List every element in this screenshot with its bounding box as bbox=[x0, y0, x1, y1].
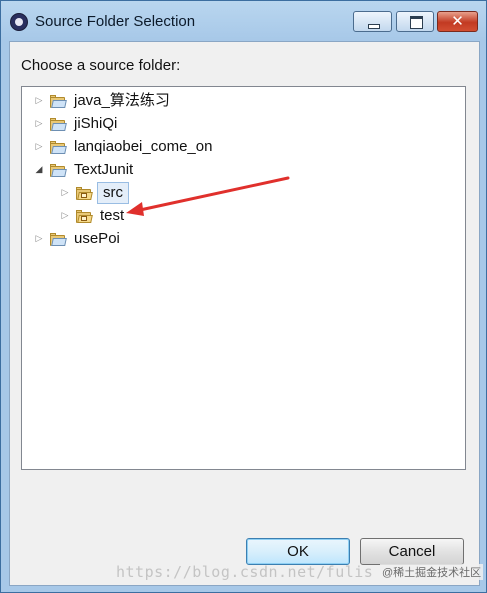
tree-item-src[interactable]: ▷ src bbox=[58, 182, 129, 204]
folder-tree[interactable]: ▷ java_算法练习 ▷ jiShiQi ▷ lanqiaobei_come_… bbox=[21, 86, 466, 470]
close-icon: ✕ bbox=[451, 12, 464, 30]
maximize-icon bbox=[410, 16, 423, 29]
minimize-icon bbox=[368, 24, 380, 29]
project-folder-icon bbox=[50, 163, 67, 177]
package-folder-icon bbox=[76, 209, 93, 223]
tree-item-label: usePoi bbox=[74, 230, 120, 247]
tree-item-textjunit[interactable]: ◢ TextJunit bbox=[32, 159, 134, 181]
collapse-arrow-icon[interactable]: ◢ bbox=[32, 163, 46, 177]
expand-arrow-icon[interactable]: ▷ bbox=[58, 186, 72, 200]
expand-arrow-icon[interactable]: ▷ bbox=[58, 209, 72, 223]
ok-button[interactable]: OK bbox=[246, 538, 350, 565]
tree-item-java-algorithms[interactable]: ▷ java_算法练习 bbox=[32, 90, 170, 112]
tree-item-label: lanqiaobei_come_on bbox=[74, 138, 213, 155]
tree-item-test[interactable]: ▷ test bbox=[58, 205, 125, 227]
tree-item-usepoi[interactable]: ▷ usePoi bbox=[32, 228, 120, 250]
tree-item-label: src bbox=[97, 182, 129, 204]
eclipse-app-icon bbox=[10, 13, 28, 31]
package-folder-icon bbox=[76, 186, 93, 200]
project-folder-icon bbox=[50, 94, 67, 108]
maximize-button[interactable] bbox=[396, 11, 434, 32]
project-folder-icon bbox=[50, 140, 67, 154]
expand-arrow-icon[interactable]: ▷ bbox=[32, 232, 46, 246]
tree-item-label: jiShiQi bbox=[74, 115, 118, 132]
tree-item-label: test bbox=[100, 207, 125, 224]
prompt-label: Choose a source folder: bbox=[21, 57, 181, 74]
window-title: Source Folder Selection bbox=[35, 13, 196, 30]
tree-item-lanqiaobei[interactable]: ▷ lanqiaobei_come_on bbox=[32, 136, 213, 158]
expand-arrow-icon[interactable]: ▷ bbox=[32, 94, 46, 108]
project-folder-icon bbox=[50, 117, 67, 131]
tree-item-label: java_算法练习 bbox=[74, 92, 170, 109]
title-bar[interactable]: Source Folder Selection ✕ bbox=[1, 1, 486, 41]
dialog-body: Choose a source folder: ▷ java_算法练习 ▷ ji… bbox=[9, 41, 480, 586]
watermark-badge: @稀土掘金技术社区 bbox=[380, 564, 484, 580]
dialog-window: Source Folder Selection ✕ Choose a sourc… bbox=[0, 0, 487, 593]
tree-item-label: TextJunit bbox=[74, 161, 134, 178]
tree-item-jishiqi[interactable]: ▷ jiShiQi bbox=[32, 113, 118, 135]
watermark-url: https://blog.csdn.net/fulis bbox=[116, 563, 374, 581]
cancel-button[interactable]: Cancel bbox=[360, 538, 464, 565]
minimize-button[interactable] bbox=[353, 11, 392, 32]
expand-arrow-icon[interactable]: ▷ bbox=[32, 140, 46, 154]
project-folder-icon bbox=[50, 232, 67, 246]
expand-arrow-icon[interactable]: ▷ bbox=[32, 117, 46, 131]
close-button[interactable]: ✕ bbox=[437, 11, 478, 32]
